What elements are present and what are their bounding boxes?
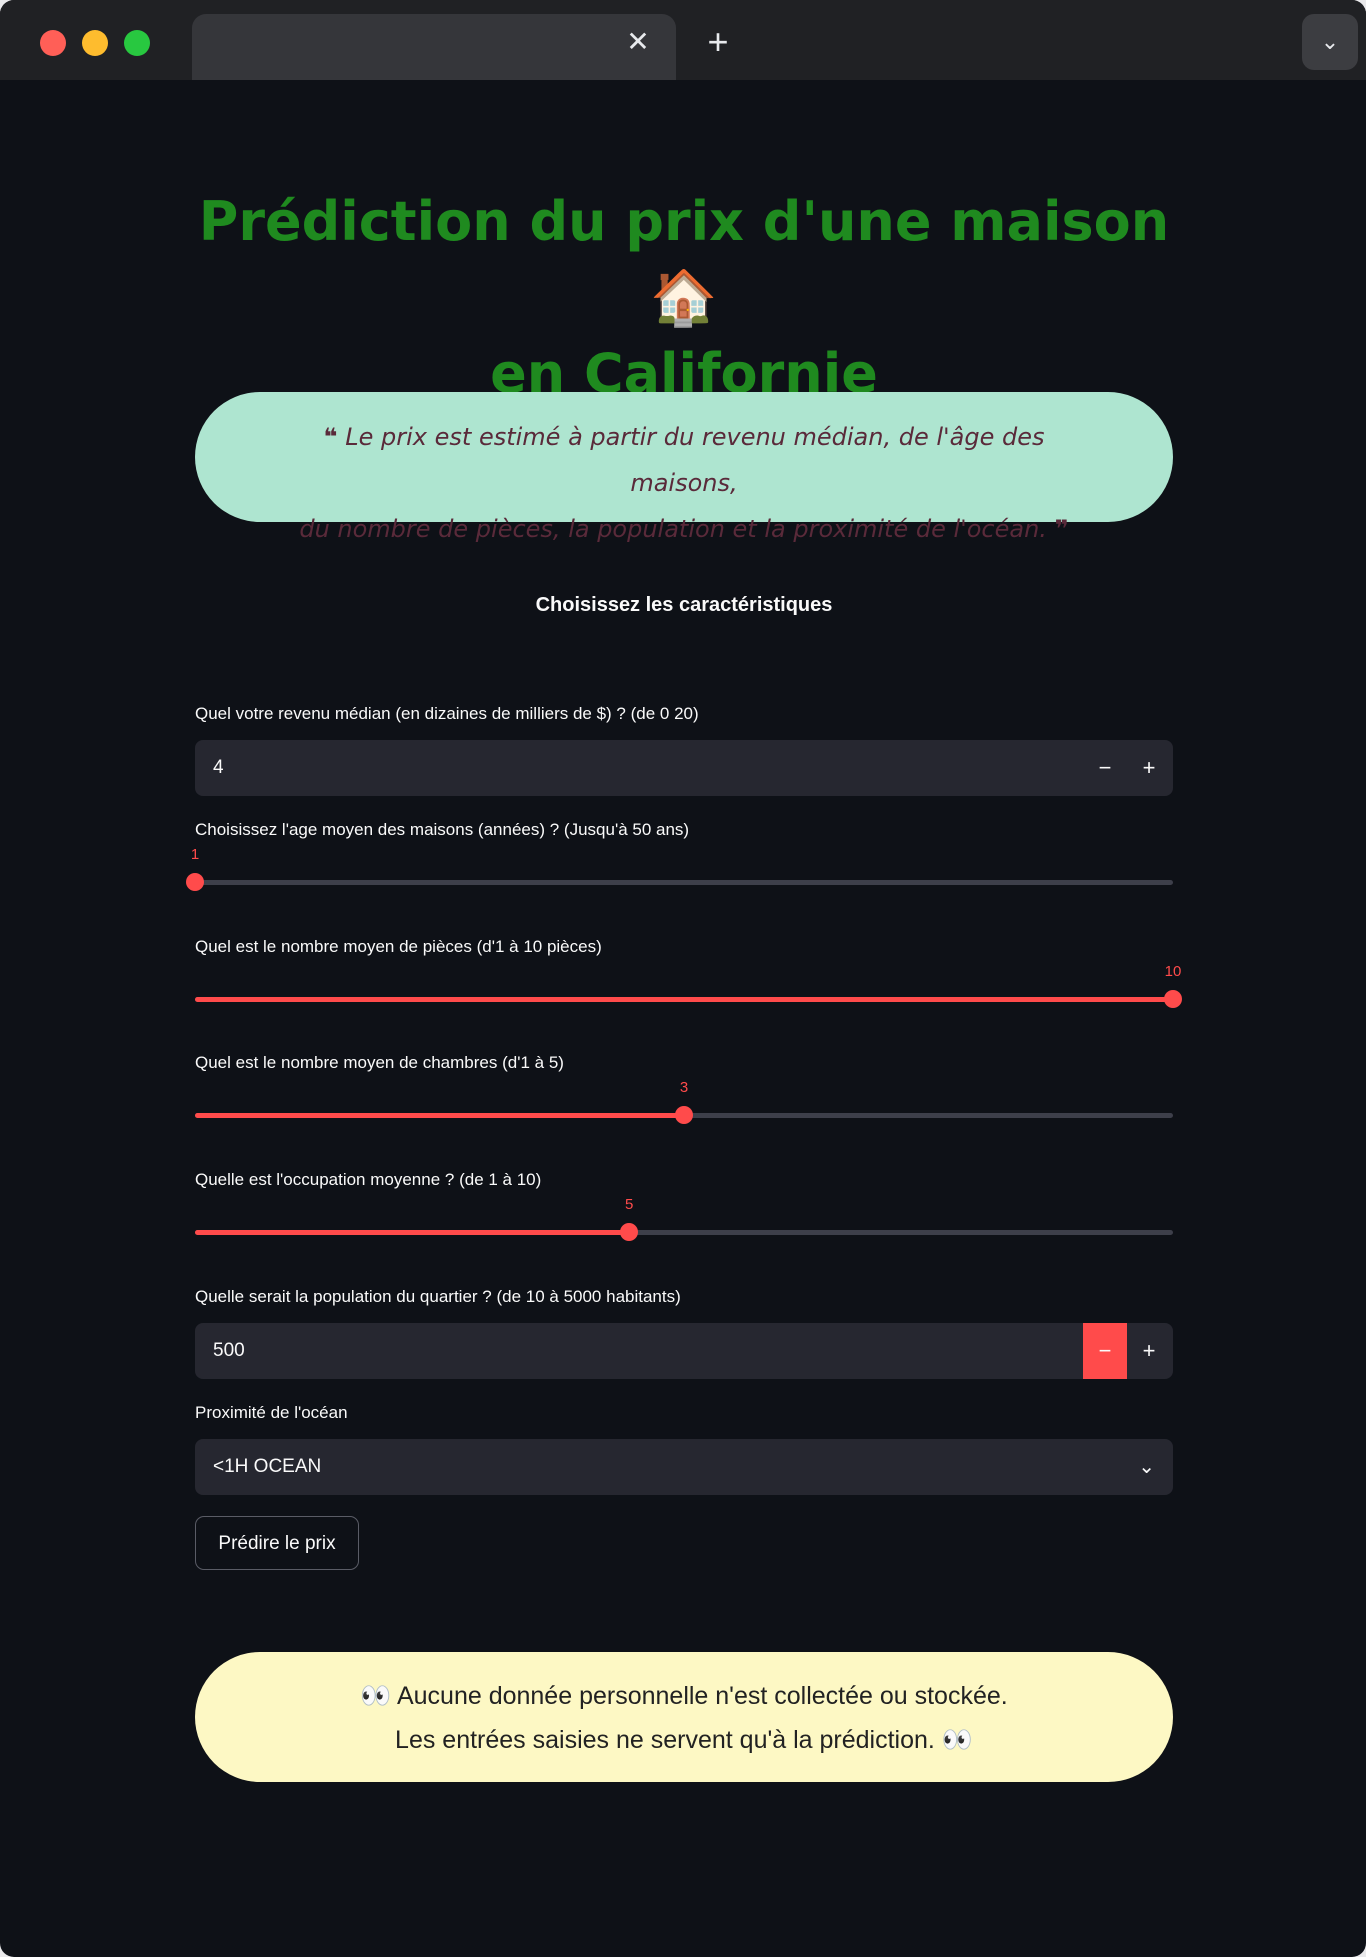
occupancy-label: Quelle est l'occupation moyenne ? (de 1 …: [195, 1170, 542, 1189]
bedrooms-slider-value: 3: [679, 1079, 689, 1096]
notice-line-2: Les entrées saisies ne servent qu'à la p…: [395, 1726, 973, 1754]
close-window-icon[interactable]: [40, 30, 66, 56]
population-decrement-button[interactable]: −: [1083, 1323, 1127, 1379]
maximize-window-icon[interactable]: [124, 30, 150, 56]
browser-tab[interactable]: ✕: [192, 14, 676, 80]
ocean-selected-value: <1H OCEAN: [213, 1456, 322, 1477]
occupancy-slider-fill: [195, 1230, 630, 1235]
rooms-slider-fill: [195, 997, 1173, 1002]
quote-line-1: Le prix est estimé à partir du revenu mé…: [345, 423, 1045, 497]
age-slider-thumb[interactable]: [186, 873, 204, 891]
income-number-input[interactable]: 4 − +: [195, 740, 1173, 796]
close-tab-icon[interactable]: ✕: [622, 26, 654, 58]
close-quote-icon: ❞: [1054, 515, 1069, 543]
notice-line-1: 👀 Aucune donnée personnelle n'est collec…: [360, 1682, 1008, 1710]
rooms-slider-value: 10: [1164, 963, 1182, 980]
bedrooms-label: Quel est le nombre moyen de chambres (d'…: [195, 1053, 564, 1072]
predict-price-button[interactable]: Prédire le prix: [195, 1516, 359, 1570]
page-title: Prédiction du prix d'une maison 🏠 en Cal…: [195, 184, 1173, 412]
bedrooms-slider[interactable]: 3: [195, 1079, 1173, 1124]
age-slider-value: 1: [190, 846, 200, 863]
bedrooms-slider-fill: [195, 1113, 684, 1118]
title-line-1: Prédiction du prix d'une maison 🏠: [198, 190, 1170, 329]
tab-list-icon[interactable]: ⌄: [1302, 14, 1358, 70]
browser-titlebar: ✕ + ⌄: [0, 0, 1366, 80]
open-quote-icon: ❝: [323, 423, 338, 451]
income-label: Quel votre revenu médian (en dizaines de…: [195, 704, 699, 723]
ocean-label: Proximité de l'océan: [195, 1403, 348, 1422]
rooms-slider-thumb[interactable]: [1164, 990, 1182, 1008]
rooms-label: Quel est le nombre moyen de pièces (d'1 …: [195, 937, 602, 956]
occupancy-slider[interactable]: 5: [195, 1196, 1173, 1241]
age-label: Choisissez l'age moyen des maisons (anné…: [195, 820, 690, 839]
new-tab-icon[interactable]: +: [698, 22, 738, 62]
income-decrement-button[interactable]: −: [1083, 740, 1127, 796]
population-label: Quelle serait la population du quartier …: [195, 1287, 681, 1306]
population-value[interactable]: 500: [213, 1323, 245, 1379]
population-number-input[interactable]: 500 − +: [195, 1323, 1173, 1379]
quote-line-2: du nombre de pièces, la population et la…: [299, 515, 1047, 543]
occupancy-slider-value: 5: [625, 1196, 634, 1213]
occupancy-slider-thumb[interactable]: [620, 1223, 639, 1241]
income-value[interactable]: 4: [213, 740, 224, 796]
privacy-notice: 👀 Aucune donnée personnelle n'est collec…: [195, 1652, 1173, 1782]
minimize-window-icon[interactable]: [82, 30, 108, 56]
income-increment-button[interactable]: +: [1127, 740, 1171, 796]
ocean-proximity-select[interactable]: <1H OCEAN ⌄: [195, 1439, 1173, 1495]
browser-window: ✕ + ⌄ Prédiction du prix d'une maison 🏠 …: [0, 0, 1366, 1957]
chevron-down-icon[interactable]: ⌄: [1138, 1439, 1155, 1495]
section-subheader: Choisissez les caractéristiques: [535, 594, 833, 616]
age-slider[interactable]: 1: [186, 846, 1173, 891]
info-quote-box: ❝ Le prix est estimé à partir du revenu …: [195, 392, 1173, 543]
bedrooms-slider-thumb[interactable]: [675, 1106, 693, 1124]
population-increment-button[interactable]: +: [1127, 1323, 1171, 1379]
rooms-slider[interactable]: 10: [195, 963, 1182, 1008]
